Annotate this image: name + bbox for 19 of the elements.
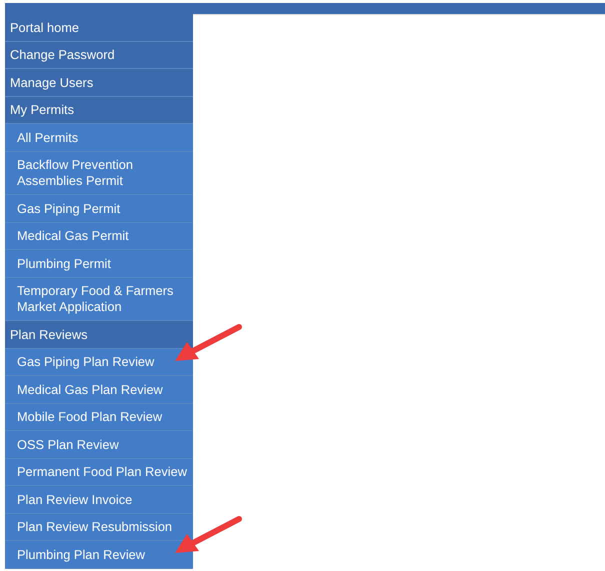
sidebar-subitem[interactable]: Mobile Food Plan Review bbox=[5, 404, 193, 431]
sidebar-subitem[interactable]: Gas Piping Plan Review bbox=[5, 348, 193, 376]
sidebar-subitem[interactable]: Gas Piping Permit bbox=[5, 195, 193, 222]
sidebar-subitem[interactable]: Plan Review Resubmission bbox=[5, 514, 193, 541]
sidebar-subitem[interactable]: OSS Plan Review bbox=[5, 431, 193, 458]
sidebar-subitem[interactable]: Medical Gas Plan Review bbox=[5, 376, 193, 404]
sidebar-subitem[interactable]: Temporary Food & Farmers Market Application bbox=[5, 278, 193, 321]
sidebar-item[interactable]: Plan Reviews bbox=[5, 321, 193, 348]
sidebar-item[interactable]: My Permits bbox=[5, 96, 193, 124]
sidebar-subitem[interactable]: Plan Review Invoice bbox=[5, 486, 193, 514]
sidebar-subitem[interactable]: All Permits bbox=[5, 124, 193, 152]
sidebar-subitem[interactable]: Medical Gas Permit bbox=[5, 222, 193, 250]
sidebar-subitem[interactable]: Plumbing Plan Review bbox=[5, 541, 193, 568]
sidebar-subitem[interactable]: Plumbing Permit bbox=[5, 250, 193, 278]
sidebar-subitem[interactable]: Permanent Food Plan Review bbox=[5, 458, 193, 486]
sidebar-subitem[interactable]: Backflow Prevention Assemblies Permit bbox=[5, 152, 193, 195]
sidebar-item[interactable]: Manage Users bbox=[5, 69, 193, 96]
sidebar-item[interactable]: Portal home bbox=[5, 14, 193, 42]
sidebar-item[interactable]: Change Password bbox=[5, 42, 193, 69]
